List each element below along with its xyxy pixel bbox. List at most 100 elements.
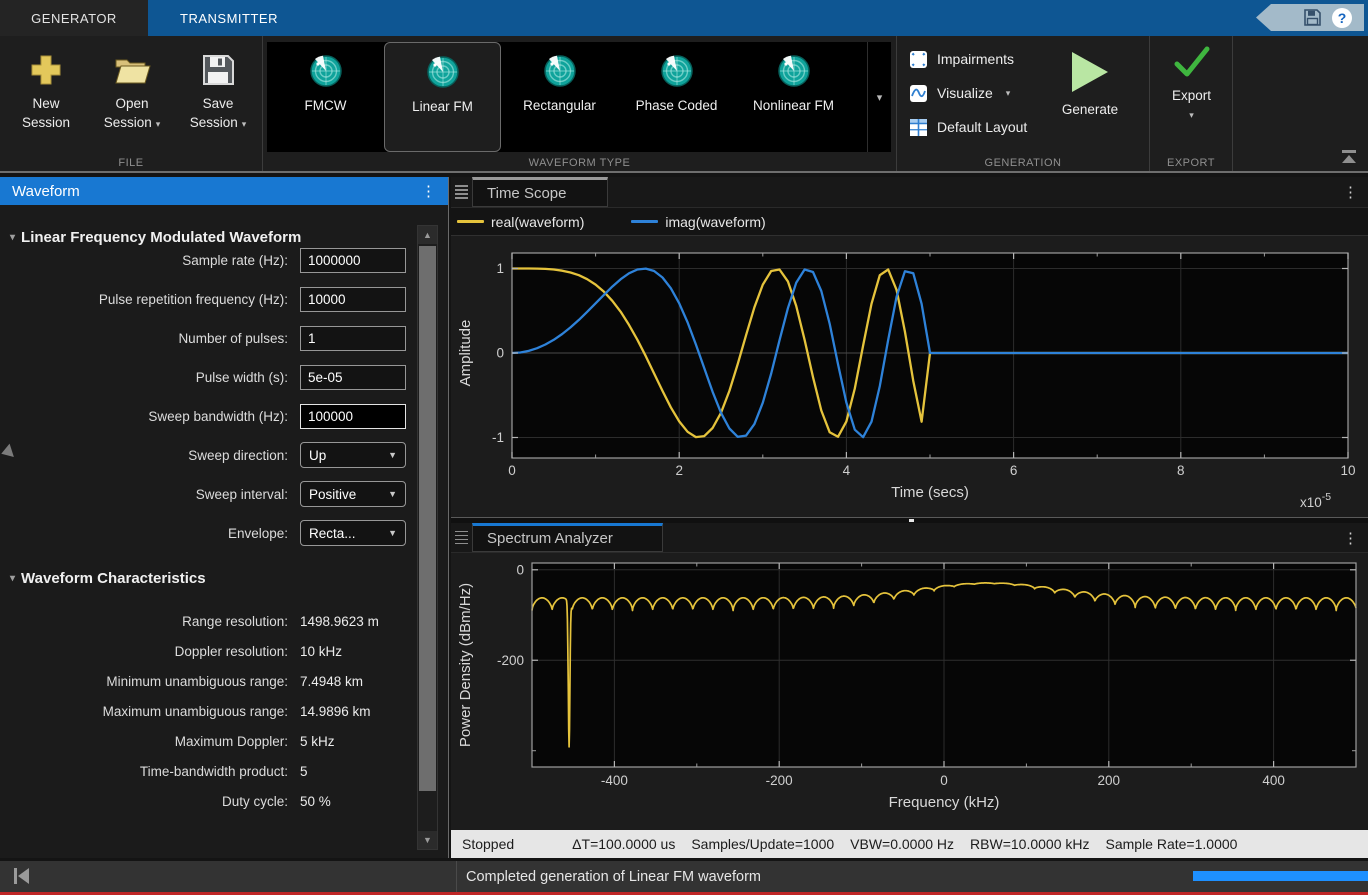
prf-input[interactable]	[300, 287, 406, 312]
pulse-width-input[interactable]	[300, 365, 406, 390]
ribbon-section-file: New Session Open Session▾	[0, 36, 263, 171]
legend-label-imag: imag(waveform)	[665, 214, 765, 230]
field-num-pulses: Number of pulses:	[8, 325, 448, 351]
quick-save-icon[interactable]	[1303, 8, 1322, 27]
radar-waveform-analyzer-app: GENERATOR TRANSMITTER ? Ne	[0, 0, 1368, 895]
tab-transmitter[interactable]: TRANSMITTER	[148, 0, 310, 36]
field-sweep-bandwidth: Sweep bandwidth (Hz):	[8, 403, 448, 429]
svg-text:1: 1	[496, 261, 504, 276]
ribbon-section-export: Export ▾ EXPORT	[1150, 36, 1233, 171]
radar-icon	[543, 50, 577, 92]
svg-text:4: 4	[843, 463, 851, 478]
dropdown-arrow-icon: ▾	[1006, 88, 1011, 99]
gallery-item-linear-fm[interactable]: Linear FM	[384, 42, 501, 152]
field-pulse-width: Pulse width (s):	[8, 364, 448, 390]
sweep-direction-select[interactable]: Up ▼	[300, 442, 406, 468]
svg-text:400: 400	[1262, 773, 1285, 788]
svg-text:0: 0	[496, 346, 504, 361]
svg-text:0: 0	[516, 562, 524, 577]
collapse-ribbon-button[interactable]	[1338, 147, 1360, 167]
sweep-bandwidth-input[interactable]	[300, 404, 406, 429]
export-section-label: EXPORT	[1150, 157, 1232, 169]
scrollbar-thumb[interactable]	[419, 246, 436, 791]
envelope-select[interactable]: Recta... ▼	[300, 520, 406, 546]
time-scope-menu-icon[interactable]: ⋮	[1343, 183, 1358, 201]
sweep-interval-select[interactable]: Positive ▼	[300, 481, 406, 507]
progress-bar	[1193, 871, 1368, 881]
quick-access-toolbar: ?	[1256, 4, 1364, 31]
collapse-status-panel-icon[interactable]	[14, 868, 30, 884]
save-session-button[interactable]: Save Session▾	[176, 42, 260, 146]
spectrum-plot: Power Density (dBm/Hz) Frequency (kHz) -…	[451, 553, 1368, 830]
spectrum-status-item: Samples/Update=1000	[691, 836, 834, 852]
visualize-button[interactable]: Visualize ▾	[909, 80, 1010, 106]
splitter-handle[interactable]	[909, 519, 914, 522]
impairments-icon	[909, 50, 928, 69]
gallery-item-nonlinear-fm[interactable]: Nonlinear FM	[735, 42, 852, 152]
panel-menu-icon[interactable]: ⋮	[421, 182, 436, 200]
spectrum-tabbar: Spectrum Analyzer ⋮	[451, 523, 1368, 553]
spectrum-status-item: RBW=10.0000 kHz	[970, 836, 1089, 852]
radar-icon	[660, 50, 694, 92]
field-envelope: Envelope: Recta... ▼	[8, 520, 448, 546]
drag-grip-icon[interactable]	[455, 182, 468, 202]
legend-swatch-real	[457, 220, 484, 223]
spectrum-status-item: VBW=0.0000 Hz	[850, 836, 954, 852]
tab-spectrum-analyzer[interactable]: Spectrum Analyzer	[472, 523, 663, 552]
check-icon	[1172, 42, 1212, 82]
time-scope-ylabel: Amplitude	[457, 320, 474, 387]
folder-icon	[113, 46, 151, 94]
generate-button[interactable]: Generate	[1045, 42, 1135, 150]
spectrum-xlabel: Frequency (kHz)	[889, 794, 1000, 811]
gallery-item-rectangular[interactable]: Rectangular	[501, 42, 618, 152]
help-icon[interactable]: ?	[1332, 8, 1352, 28]
num-pulses-input[interactable]	[300, 326, 406, 351]
status-message: Completed generation of Linear FM wavefo…	[466, 861, 761, 892]
drag-grip-icon[interactable]	[455, 528, 468, 547]
char-time-bandwidth-product: Time-bandwidth product: 5	[8, 761, 448, 781]
sample-rate-input[interactable]	[300, 248, 406, 273]
new-session-button[interactable]: New Session	[4, 42, 88, 146]
default-layout-icon	[909, 118, 928, 137]
impairments-button[interactable]: Impairments	[909, 46, 1014, 72]
svg-text:-200: -200	[766, 773, 793, 788]
export-button[interactable]: Export ▾	[1150, 42, 1233, 121]
default-layout-button[interactable]: Default Layout	[909, 114, 1027, 140]
scroll-up-icon[interactable]: ▲	[418, 226, 437, 244]
ribbon-section-generation: Impairments Visualize ▾	[897, 36, 1150, 171]
waveform-panel: Waveform ⋮ ▾ Linear Frequency Modulated …	[0, 177, 449, 858]
svg-text:2: 2	[675, 463, 683, 478]
gallery-item-phase-coded[interactable]: Phase Coded	[618, 42, 735, 152]
tab-generator[interactable]: GENERATOR	[0, 0, 148, 36]
time-scope-tabbar: Time Scope ⋮	[451, 177, 1368, 208]
time-scope-plot: Amplitude Time (secs) x10-5 0246810-101	[451, 236, 1368, 514]
open-session-button[interactable]: Open Session▾	[90, 42, 174, 146]
lfm-section-header[interactable]: ▾ Linear Frequency Modulated Waveform	[0, 227, 448, 247]
svg-text:6: 6	[1010, 463, 1018, 478]
spectrum-menu-icon[interactable]: ⋮	[1343, 529, 1358, 547]
collapse-triangle-icon: ▾	[10, 232, 15, 243]
svg-text:10: 10	[1340, 463, 1355, 478]
spectrum-ylabel: Power Density (dBm/Hz)	[457, 583, 474, 747]
field-prf: Pulse repetition frequency (Hz):	[8, 286, 448, 312]
svg-text:0: 0	[940, 773, 948, 788]
characteristics-section-header[interactable]: ▾ Waveform Characteristics	[0, 568, 448, 588]
floppy-icon	[201, 46, 235, 94]
panel-scrollbar[interactable]: ▲ ▼	[417, 225, 438, 850]
tab-time-scope[interactable]: Time Scope	[472, 177, 608, 207]
char-max-unambiguous-range: Maximum unambiguous range: 14.9896 km	[8, 701, 448, 721]
svg-text:8: 8	[1177, 463, 1185, 478]
panel-title: Waveform	[12, 183, 80, 200]
spectrum-analyzer-pane: Spectrum Analyzer ⋮ Power Density (dBm/H…	[451, 523, 1368, 858]
dropdown-arrow-icon: ▾	[242, 119, 247, 129]
field-sample-rate: Sample rate (Hz):	[8, 247, 448, 273]
radar-icon	[426, 51, 460, 93]
gallery-item-fmcw[interactable]: FMCW	[267, 42, 384, 152]
dropdown-arrow-icon: ▾	[156, 119, 161, 129]
gallery-expand-button[interactable]: ▾	[867, 42, 891, 152]
scroll-down-icon[interactable]: ▼	[418, 831, 437, 849]
char-max-doppler: Maximum Doppler: 5 kHz	[8, 731, 448, 751]
play-icon	[1070, 50, 1110, 94]
dropdown-arrow-icon: ▼	[388, 528, 397, 538]
visualize-icon	[909, 84, 928, 103]
